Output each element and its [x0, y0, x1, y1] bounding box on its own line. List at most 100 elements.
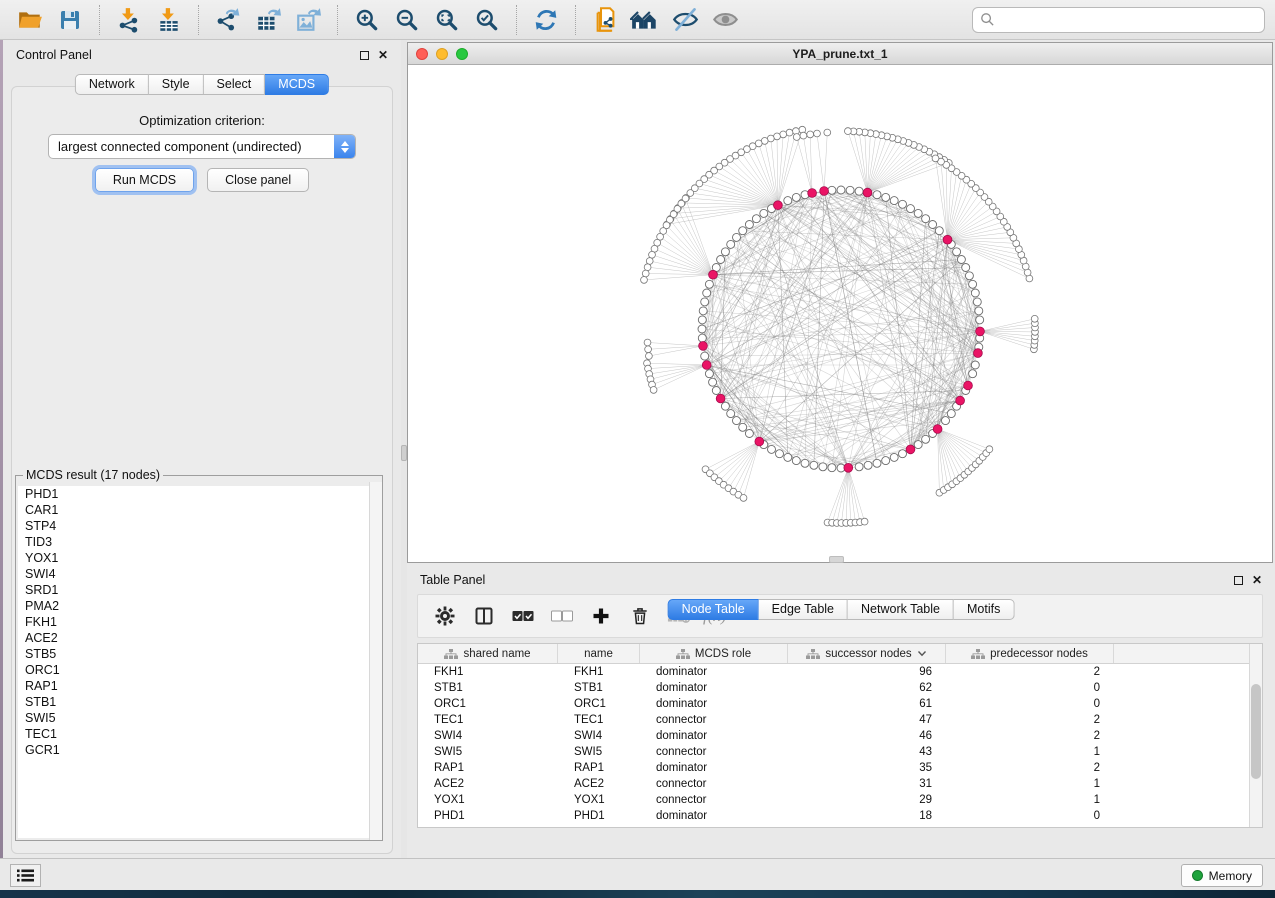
export-image-icon [295, 7, 321, 33]
tab-network-table[interactable]: Network Table [848, 599, 954, 620]
table-cell: ACE2 [418, 776, 558, 792]
mcds-result-item[interactable]: CAR1 [18, 502, 380, 518]
search-input[interactable] [1000, 12, 1257, 28]
memory-label: Memory [1209, 869, 1252, 883]
window-minimize-icon[interactable] [436, 48, 448, 60]
export-image-button[interactable] [290, 4, 326, 36]
mcds-result-item[interactable]: STB1 [18, 694, 380, 710]
mcds-result-item[interactable]: TID3 [18, 534, 380, 550]
gear-icon [435, 606, 455, 626]
tab-edge-table[interactable]: Edge Table [759, 599, 848, 620]
zoom-fit-icon [434, 7, 460, 33]
mcds-result-item[interactable]: TEC1 [18, 726, 380, 742]
close-panel-button[interactable]: Close panel [207, 168, 309, 192]
mcds-result-item[interactable]: SWI5 [18, 710, 380, 726]
float-panel-icon[interactable] [1234, 576, 1243, 585]
show-selected-button[interactable] [707, 4, 743, 36]
hide-selected-button[interactable] [667, 4, 703, 36]
tab-style[interactable]: Style [149, 74, 204, 95]
hide-selected-icon [672, 6, 699, 33]
network-canvas[interactable] [408, 65, 1272, 562]
add-icon [591, 606, 611, 626]
export-table-icon [255, 7, 281, 33]
search-box[interactable] [972, 7, 1265, 33]
horizontal-splitter-handle[interactable] [829, 556, 844, 563]
import-network-icon [116, 7, 142, 33]
export-network-button[interactable] [210, 4, 246, 36]
show-selected-icon [712, 6, 739, 33]
float-panel-icon[interactable] [360, 51, 369, 60]
select-all-button[interactable] [508, 601, 538, 631]
create-column-button[interactable] [586, 601, 616, 631]
mcds-result-item[interactable]: PMA2 [18, 598, 380, 614]
mcds-result-item[interactable]: STP4 [18, 518, 380, 534]
select-all-icon [512, 609, 534, 623]
table-panel-tabs: Node TableEdge TableNetwork TableMotifs [668, 599, 1015, 854]
zoom-in-button[interactable] [349, 4, 385, 36]
tab-select[interactable]: Select [204, 74, 266, 95]
open-session-button[interactable] [12, 4, 48, 36]
window-close-icon[interactable] [416, 48, 428, 60]
table-cell: STB1 [558, 680, 640, 696]
close-panel-icon[interactable]: ✕ [378, 51, 388, 60]
table-cell: FKH1 [418, 664, 558, 680]
zoom-selected-icon [474, 7, 500, 33]
window-zoom-icon[interactable] [456, 48, 468, 60]
toolbar-separator [516, 5, 517, 35]
mcds-result-item[interactable]: RAP1 [18, 678, 380, 694]
save-session-button[interactable] [52, 4, 88, 36]
mcds-result-item[interactable]: PHD1 [18, 486, 380, 502]
tab-network[interactable]: Network [75, 74, 149, 95]
column-label: name [584, 648, 613, 660]
zoom-out-button[interactable] [389, 4, 425, 36]
mcds-result-item[interactable]: SRD1 [18, 582, 380, 598]
column-header-name[interactable]: name [558, 644, 640, 663]
run-mcds-button[interactable]: Run MCDS [95, 168, 194, 192]
clone-network-button[interactable] [587, 4, 623, 36]
export-table-button[interactable] [250, 4, 286, 36]
mcds-result-item[interactable]: GCR1 [18, 742, 380, 758]
table-cell: FKH1 [558, 664, 640, 680]
tab-mcds[interactable]: MCDS [265, 74, 329, 95]
toolbar-separator [337, 5, 338, 35]
close-panel-icon[interactable]: ✕ [1252, 576, 1262, 585]
refresh-icon [533, 7, 559, 33]
network-window-title: YPA_prune.txt_1 [408, 47, 1272, 61]
mcds-result-item[interactable]: STB5 [18, 646, 380, 662]
mcds-result-item[interactable]: ORC1 [18, 662, 380, 678]
delete-column-button[interactable] [625, 601, 655, 631]
control-panel-titlebar: Control Panel ✕ [3, 40, 401, 70]
mcds-result-item[interactable]: SWI4 [18, 566, 380, 582]
table-cell: YOX1 [418, 792, 558, 808]
tab-motifs[interactable]: Motifs [954, 599, 1014, 620]
refresh-button[interactable] [528, 4, 564, 36]
houses-button[interactable] [627, 4, 663, 36]
mcds-result-item[interactable]: YOX1 [18, 550, 380, 566]
network-window-titlebar[interactable]: YPA_prune.txt_1 [408, 43, 1272, 65]
mcds-result-title: MCDS result (17 nodes) [23, 468, 163, 482]
show-columns-button[interactable] [469, 601, 499, 631]
import-network-button[interactable] [111, 4, 147, 36]
optimization-criterion-select[interactable]: largest connected component (undirected) [48, 134, 356, 159]
mcds-result-item[interactable]: ACE2 [18, 630, 380, 646]
memory-status-icon [1192, 870, 1203, 881]
deselect-all-button[interactable] [547, 601, 577, 631]
table-scrollbar[interactable] [1249, 644, 1262, 827]
import-table-button[interactable] [151, 4, 187, 36]
table-scrollbar-thumb[interactable] [1251, 684, 1261, 779]
zoom-selected-button[interactable] [469, 4, 505, 36]
tab-node-table[interactable]: Node Table [668, 599, 759, 620]
zoom-fit-button[interactable] [429, 4, 465, 36]
mcds-list-scrollbar[interactable] [369, 482, 382, 840]
log-console-button[interactable] [10, 864, 41, 887]
mcds-result-item[interactable]: FKH1 [18, 614, 380, 630]
table-settings-button[interactable] [430, 601, 460, 631]
column-header-shared-name[interactable]: shared name [418, 644, 558, 663]
list-icon [17, 869, 34, 882]
columns-icon [474, 606, 494, 626]
application-window: Control Panel ✕ NetworkStyleSelectMCDS O… [0, 0, 1275, 890]
table-cell: SWI5 [558, 744, 640, 760]
table-cell: SWI4 [418, 728, 558, 744]
memory-button[interactable]: Memory [1181, 864, 1263, 887]
mcds-result-fieldset: MCDS result (17 nodes) PHD1CAR1STP4TID3Y… [15, 468, 383, 841]
